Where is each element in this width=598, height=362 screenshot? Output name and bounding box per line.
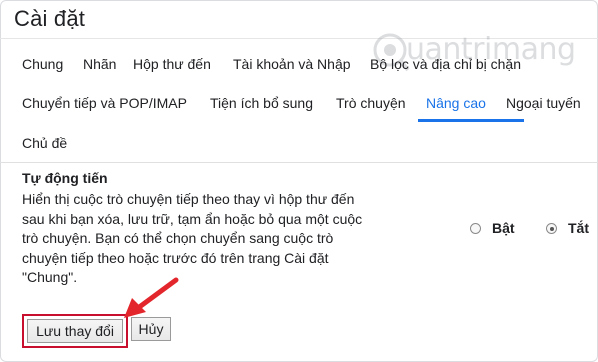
tab-general[interactable]: Chung bbox=[22, 56, 63, 72]
radio-off-label[interactable]: Tắt bbox=[568, 220, 589, 236]
radio-off[interactable] bbox=[546, 223, 557, 234]
page-title: Cài đặt bbox=[14, 6, 86, 31]
tab-filters-blocked[interactable]: Bộ lọc và địa chỉ bị chặn bbox=[370, 56, 521, 72]
tab-forwarding-pop-imap[interactable]: Chuyển tiếp và POP/IMAP bbox=[22, 95, 187, 111]
tab-labels[interactable]: Nhãn bbox=[83, 56, 116, 72]
tab-addons[interactable]: Tiện ích bổ sung bbox=[210, 95, 313, 111]
active-tab-indicator bbox=[418, 119, 524, 122]
radio-on[interactable] bbox=[470, 223, 481, 234]
annotation-arrow-icon bbox=[124, 277, 179, 318]
tab-themes[interactable]: Chủ đề bbox=[22, 135, 67, 151]
setting-title: Tự động tiến bbox=[22, 170, 108, 186]
content-divider bbox=[0, 162, 598, 163]
cancel-button[interactable]: Hủy bbox=[131, 317, 171, 341]
tab-chat[interactable]: Trò chuyện bbox=[336, 95, 406, 111]
tab-inbox[interactable]: Hộp thư đến bbox=[133, 56, 211, 72]
save-changes-button[interactable]: Lưu thay đổi bbox=[27, 319, 123, 343]
tab-advanced[interactable]: Nâng cao bbox=[426, 95, 486, 111]
tab-accounts-import[interactable]: Tài khoản và Nhập bbox=[233, 56, 351, 72]
setting-description: Hiển thị cuộc trò chuyện tiếp theo thay … bbox=[22, 191, 363, 285]
radio-on-label[interactable]: Bật bbox=[492, 220, 515, 236]
title-divider bbox=[0, 38, 598, 39]
tab-offline[interactable]: Ngoại tuyến bbox=[506, 95, 581, 111]
